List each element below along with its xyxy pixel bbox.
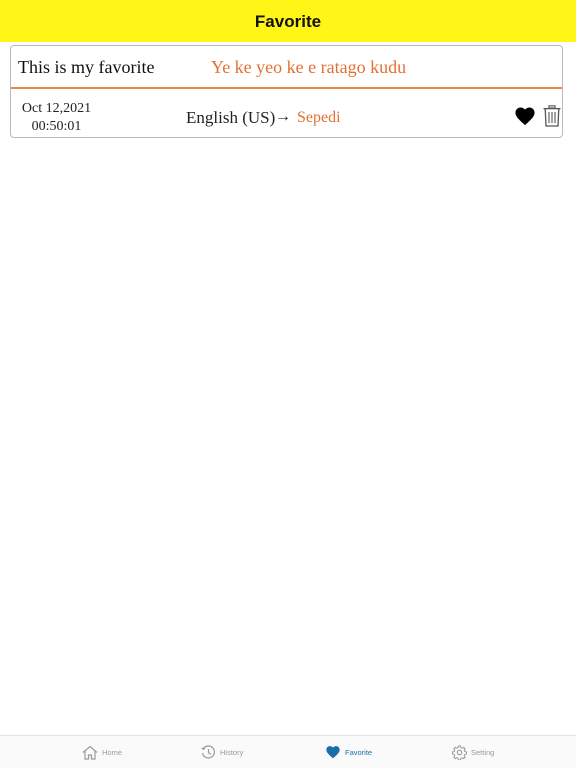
tab-bar: Home History Favorite Setting <box>0 735 576 768</box>
target-language: Sepedi <box>297 109 341 126</box>
source-text: This is my favorite <box>18 57 155 77</box>
house-icon <box>82 745 98 760</box>
trash-icon[interactable] <box>543 105 561 127</box>
tab-home[interactable]: Home <box>82 743 122 761</box>
favorite-date: Oct 12,2021 <box>21 101 92 116</box>
heart-filled-icon[interactable] <box>514 106 536 126</box>
translated-text: Ye ke yeo ke e ratago kudu <box>211 57 407 77</box>
page-title: Favorite <box>254 12 322 31</box>
tab-setting[interactable]: Setting <box>452 743 494 761</box>
tab-history[interactable]: History <box>201 743 243 761</box>
tab-favorite[interactable]: Favorite <box>325 743 372 761</box>
timestamp: Oct 12,2021 00:50:01 <box>19 100 94 136</box>
clock-history-icon <box>201 744 216 759</box>
heart-icon <box>326 746 340 759</box>
favorite-screen: Favorite This is my favorite Ye ke yeo k… <box>0 0 576 768</box>
favorite-card[interactable]: This is my favorite Ye ke yeo ke e ratag… <box>10 45 563 138</box>
tab-home-label: Home <box>102 747 123 757</box>
favorite-time: 00:50:01 <box>31 119 82 134</box>
arrow-right-icon: → <box>275 108 291 125</box>
gear-icon <box>452 745 467 760</box>
tab-history-label: History <box>220 747 244 757</box>
translation-row: This is my favorite Ye ke yeo ke e ratag… <box>11 46 562 89</box>
tab-favorite-label: Favorite <box>345 747 373 757</box>
source-language: English (US) <box>186 108 276 127</box>
navigation-bar: Favorite <box>0 0 576 42</box>
tab-setting-label: Setting <box>471 747 495 757</box>
